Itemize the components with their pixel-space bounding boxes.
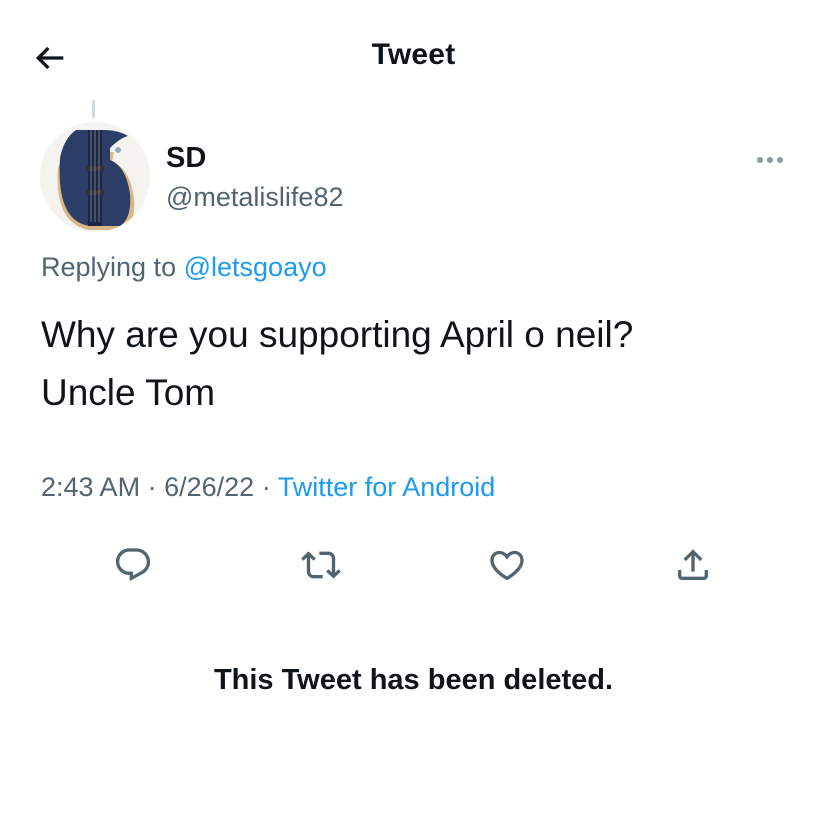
tweet-date[interactable]: 6/26/22 (164, 472, 254, 502)
deleted-tweet-notice: This Tweet has been deleted. (213, 664, 614, 696)
more-options-button[interactable] (752, 148, 788, 172)
like-icon (490, 550, 524, 581)
share-button[interactable] (668, 540, 718, 590)
tweet-time[interactable]: 2:43 AM (41, 472, 140, 502)
tweet-text: Why are you supporting April o neil? Unc… (41, 306, 801, 422)
more-dots-icon (757, 157, 783, 163)
user-handle[interactable]: @metalislife82 (166, 178, 343, 216)
replying-prefix: Replying to (41, 252, 177, 282)
retweet-button[interactable] (296, 540, 346, 590)
thread-connector-line (92, 100, 95, 118)
tweet-metadata: 2:43 AM · 6/26/22 · Twitter for Android (41, 472, 495, 503)
share-icon (678, 549, 708, 580)
tweet-text-line: Uncle Tom (41, 372, 216, 413)
avatar[interactable] (40, 122, 150, 232)
tweet-text-line: Why are you supporting April o neil? (41, 314, 634, 355)
tweet-source-link[interactable]: Twitter for Android (278, 472, 496, 502)
separator: · (147, 472, 157, 502)
top-bar: Tweet (0, 0, 827, 112)
replying-to-link[interactable]: @letsgoayo (184, 252, 327, 282)
tweet-author: SD @metalislife82 (166, 140, 343, 216)
page-title: Tweet (371, 38, 456, 71)
reply-icon (115, 548, 151, 582)
display-name[interactable]: SD (166, 140, 343, 176)
reply-button[interactable] (108, 540, 158, 590)
replying-to: Replying to @letsgoayo (41, 252, 327, 283)
retweet-icon (301, 551, 341, 579)
tweet-actions (0, 540, 827, 590)
like-button[interactable] (482, 540, 532, 590)
guitar-avatar (40, 122, 150, 232)
separator: · (261, 472, 271, 502)
